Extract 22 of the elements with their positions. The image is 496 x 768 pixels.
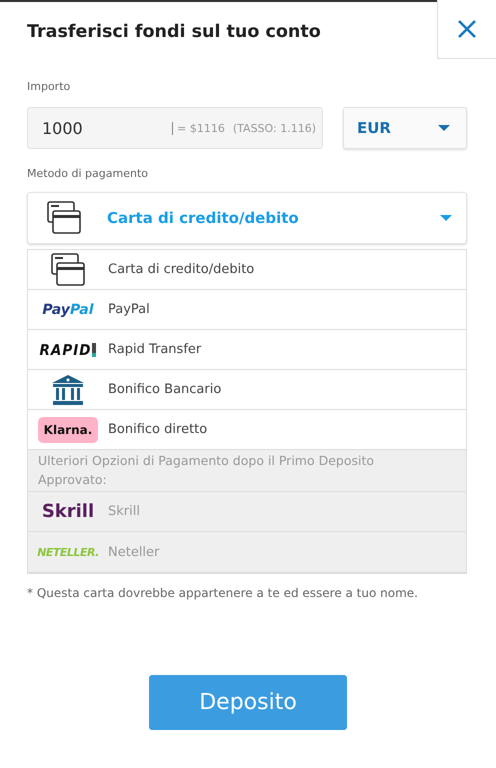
payment-option[interactable]: Carta di credito/debito (28, 250, 466, 290)
field-label: Metodo di pagamento (27, 167, 149, 180)
neteller-logo: NETELLER. (37, 546, 99, 558)
skrill-logo: Skrill (42, 501, 94, 522)
close-icon (457, 19, 477, 39)
amount-field[interactable]: 1000 = $1116 (TASSO: 1.116) (27, 107, 323, 149)
currency-dropdown[interactable]: EUR (343, 107, 467, 149)
field-label: Importo (27, 80, 72, 93)
paypal-logo: PayPal (42, 302, 94, 318)
rate-text: (TASSO: 1.116) (232, 122, 316, 134)
bank-icon (50, 374, 86, 406)
close-button[interactable] (437, 0, 496, 59)
credit-card-icon (51, 252, 85, 286)
caret-icon (440, 215, 452, 221)
caret-icon (438, 125, 450, 131)
section-note: Ulteriori Opzioni di Pagamento dopo il Primo Deposito Approvato: (28, 450, 466, 492)
credit-card-icon (47, 201, 81, 235)
footnote-text: * Questa carta dovrebbe appartenere a te ed essere a tuo nome. (27, 586, 419, 600)
rapid-logo: RAPID (40, 340, 96, 358)
conversion-text: = $1116 (172, 122, 225, 134)
klarna-logo: Klarna. (38, 416, 98, 442)
dialog-title: Trasferisci fondi sul tuo conto (27, 22, 321, 42)
